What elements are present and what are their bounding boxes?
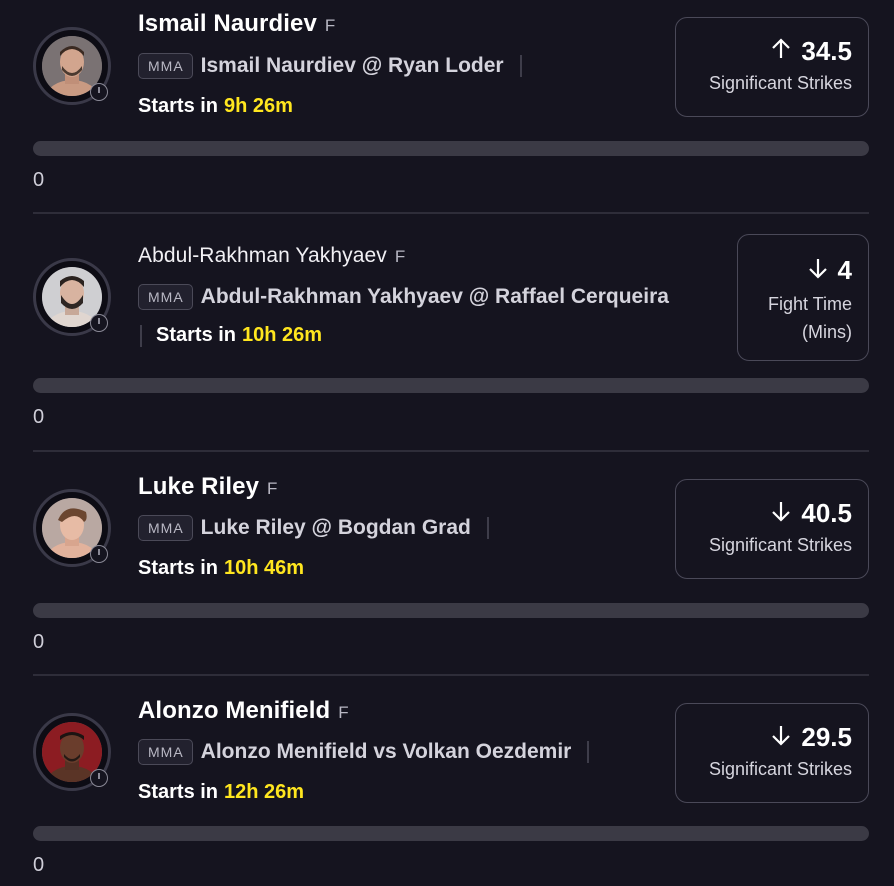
divider: [33, 674, 869, 676]
prop-list: Ismail Naurdiev F MMA Ismail Naurdiev @ …: [0, 0, 894, 886]
divider: [33, 212, 869, 214]
progress-count: 0: [33, 169, 45, 191]
player-position: F: [394, 247, 406, 266]
matchup-text: Ismail Naurdiev @ Ryan Loder: [200, 54, 504, 77]
matchup-text: Luke Riley @ Bogdan Grad: [200, 516, 471, 539]
progress-bar: [33, 603, 869, 618]
player-name[interactable]: Abdul-Rakhman Yakhyaev: [138, 244, 387, 268]
divider: [33, 450, 869, 452]
progress-bar: [33, 141, 869, 156]
start-time: Starts in 12h 26m: [138, 781, 304, 804]
clock-icon: [90, 314, 108, 332]
player-position: F: [267, 479, 278, 498]
separator: [486, 517, 489, 539]
progress-count: 0: [33, 854, 45, 876]
league-badge: MMA: [138, 515, 193, 541]
arrow-down-icon: [808, 257, 828, 285]
progress-count: 0: [33, 406, 45, 428]
start-prefix: Starts in: [138, 781, 219, 803]
progress-count: 0: [33, 631, 45, 653]
arrow-down-icon: [771, 724, 791, 752]
league-badge: MMA: [138, 53, 193, 79]
player-name[interactable]: Luke Riley: [138, 473, 259, 501]
player-avatar[interactable]: [33, 489, 111, 567]
projection-box[interactable]: 4 Fight Time (Mins): [737, 234, 869, 361]
stat-type: Fight Time: [767, 294, 852, 314]
projection-line: 34.5: [801, 36, 852, 66]
stat-type: Significant Strikes: [708, 759, 852, 779]
player-position: F: [324, 16, 336, 35]
start-time: Starts in 9h 26m: [138, 95, 293, 118]
start-prefix: Starts in: [138, 557, 219, 579]
projection-box[interactable]: 34.5 Significant Strikes: [675, 17, 869, 117]
start-time: Starts in 10h 26m: [138, 324, 322, 347]
projection-box[interactable]: 40.5 Significant Strikes: [675, 479, 869, 579]
projection-box[interactable]: 29.5 Significant Strikes: [675, 703, 869, 803]
start-prefix: Starts in: [138, 95, 219, 117]
player-position: F: [338, 703, 349, 722]
player-name[interactable]: Alonzo Menifield: [138, 697, 330, 725]
matchup-text: Alonzo Menifield vs Volkan Oezdemir: [200, 740, 572, 763]
separator: [140, 324, 142, 347]
stat-type: Significant Strikes: [708, 535, 852, 555]
separator: [587, 741, 590, 763]
stat-type: Significant Strikes: [708, 73, 852, 93]
matchup-text: Abdul-Rakhman Yakhyaev @ Raffael Cerquei…: [200, 285, 669, 308]
stat-type-unit: (Mins): [802, 322, 852, 342]
arrow-down-icon: [771, 500, 791, 528]
league-badge: MMA: [138, 284, 193, 310]
progress-bar: [33, 378, 869, 393]
clock-icon: [90, 769, 108, 787]
start-countdown: 12h 26m: [224, 781, 305, 803]
player-avatar[interactable]: [33, 27, 111, 105]
start-time: Starts in 10h 46m: [138, 557, 304, 580]
start-countdown: 9h 26m: [224, 95, 293, 117]
player-avatar[interactable]: [33, 713, 111, 791]
projection-line: 4: [837, 255, 852, 285]
separator: [519, 55, 522, 77]
progress-bar: [33, 826, 869, 841]
clock-icon: [90, 545, 108, 563]
start-countdown: 10h 46m: [224, 557, 305, 579]
start-prefix: Starts in: [156, 324, 237, 346]
projection-line: 40.5: [801, 498, 852, 528]
projection-line: 29.5: [801, 722, 852, 752]
arrow-up-icon: [771, 37, 791, 66]
start-countdown: 10h 26m: [242, 324, 323, 346]
league-badge: MMA: [138, 739, 193, 765]
player-name[interactable]: Ismail Naurdiev: [138, 10, 317, 38]
player-avatar[interactable]: [33, 258, 111, 336]
clock-icon: [90, 83, 108, 101]
